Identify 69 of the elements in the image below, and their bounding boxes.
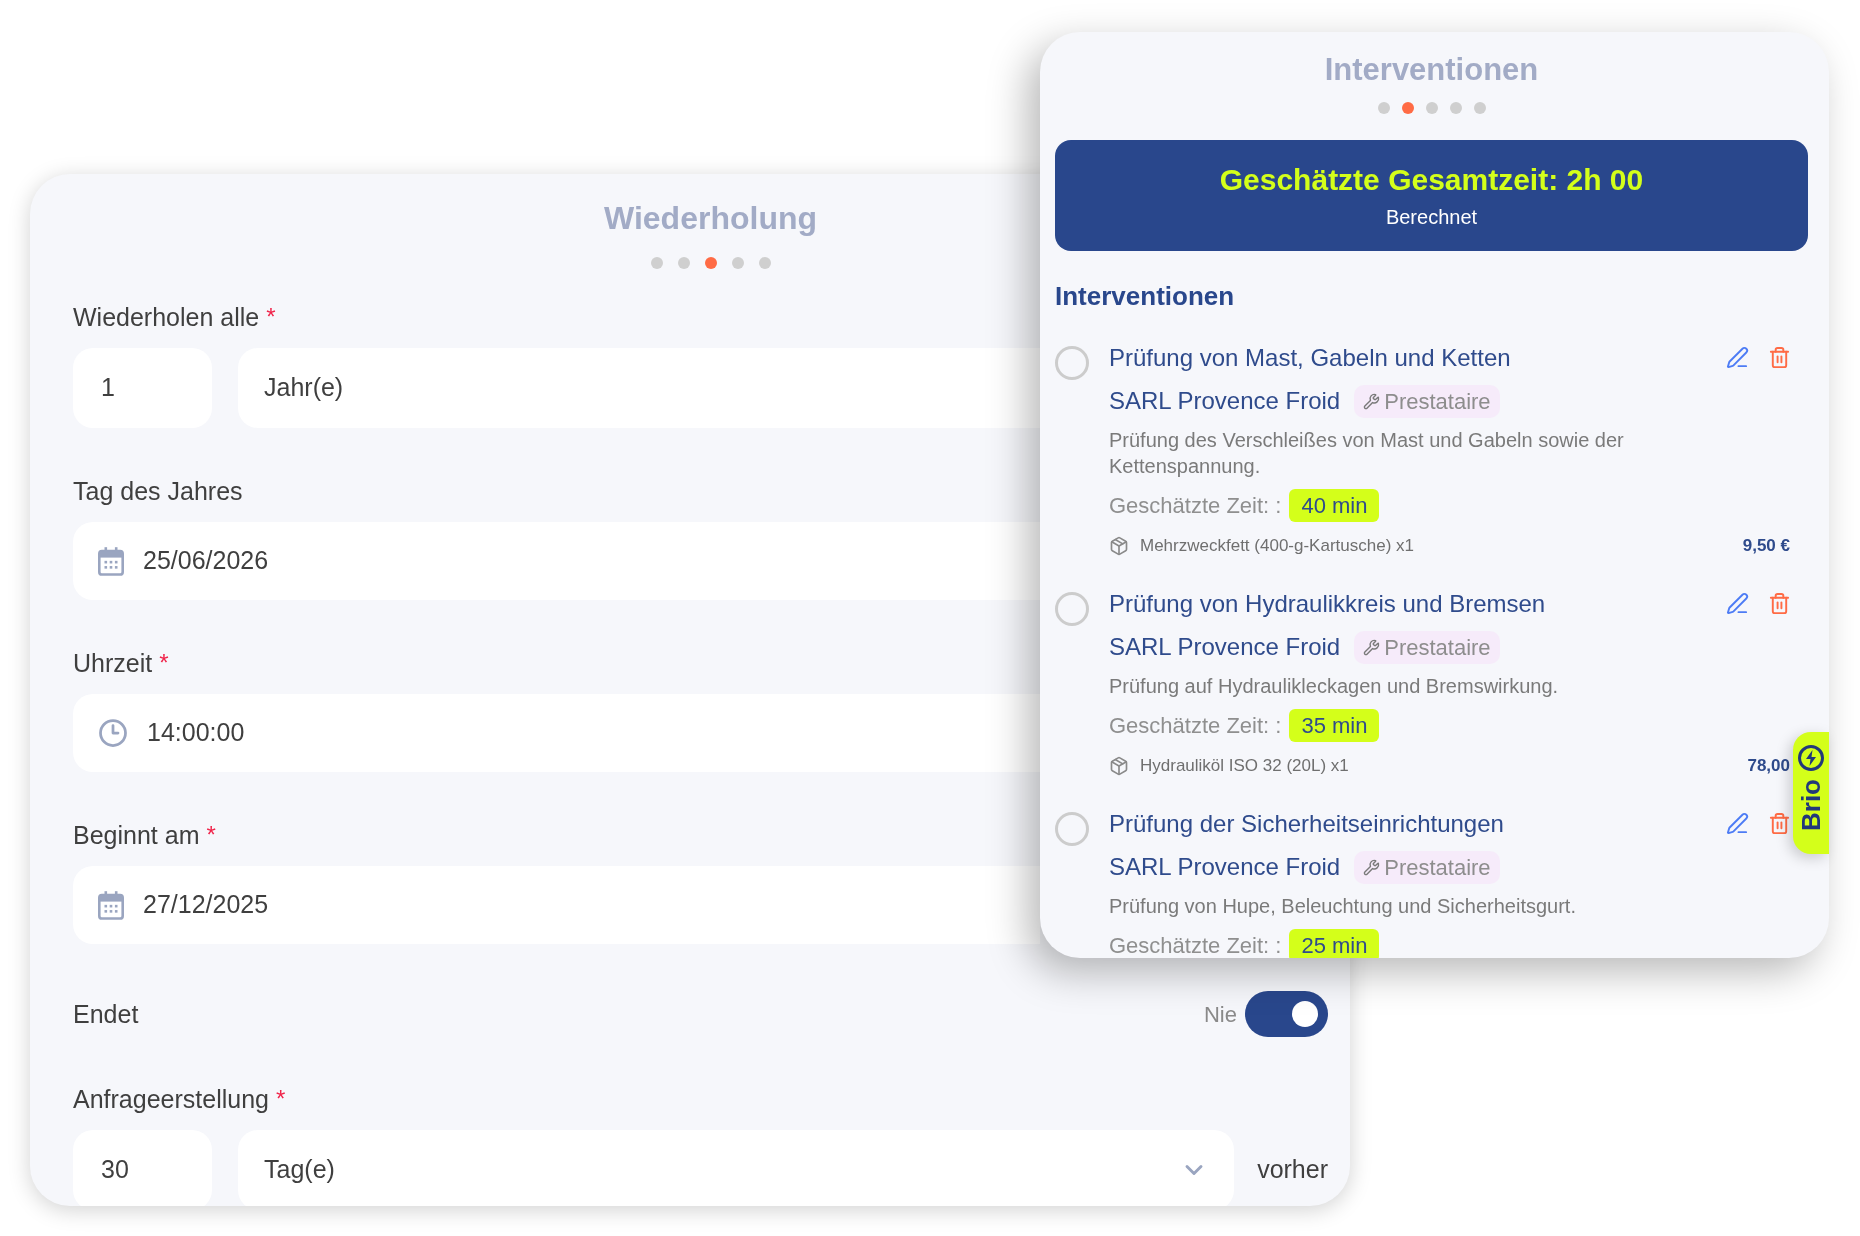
field-label: Endet xyxy=(73,999,139,1029)
card-title: Wiederholung xyxy=(604,199,817,238)
radio-button[interactable] xyxy=(1055,592,1089,626)
field-label: Wiederholen alle xyxy=(73,302,260,332)
material-name: Hydrauliköl ISO 32 (20L) x1 xyxy=(1140,755,1350,778)
toggle-switch[interactable] xyxy=(1245,991,1328,1037)
intervention-title: Prüfung von Mast, Gabeln und Ketten xyxy=(1109,343,1512,373)
intervention-description: Prüfung des Verschleißes von Mast und Gabeln sowie der Kettenspannung. xyxy=(1109,428,1625,479)
assistant-tab[interactable]: Brio xyxy=(1793,732,1829,854)
field-value: 14:00:00 xyxy=(147,717,245,749)
time-badge: 35 min xyxy=(1289,708,1380,742)
estimate-title: Geschätzte Gesamtzeit: 2h 00 xyxy=(1219,161,1644,198)
radio-button[interactable] xyxy=(1055,812,1089,846)
date-input[interactable]: 27/12/2025 xyxy=(73,866,1040,944)
calendar-icon xyxy=(98,546,124,576)
trash-icon[interactable] xyxy=(1768,346,1791,369)
field-label: Beginnt am xyxy=(73,820,200,850)
time-input[interactable]: 14:00:00 xyxy=(73,694,1040,772)
intervention-title: Prüfung der Sicherheitseinrichtungen xyxy=(1109,809,1505,839)
package-icon xyxy=(1109,536,1129,556)
field-label: Anfrageerstellung xyxy=(73,1084,269,1114)
time-label: Geschätzte Zeit: : xyxy=(1109,491,1282,520)
section-title: Interventionen xyxy=(1055,280,1236,312)
field-value: 25/06/2026 xyxy=(143,545,269,577)
pencil-icon[interactable] xyxy=(1726,812,1749,835)
date-input[interactable]: 25/06/2026 xyxy=(73,522,1040,600)
field-label: Tag des Jahres xyxy=(73,476,243,506)
radio-button[interactable] xyxy=(1055,346,1089,380)
unit-select[interactable]: Jahr(e) xyxy=(238,348,1040,428)
company-name: SARL Provence Froid xyxy=(1109,632,1341,662)
time-label: Geschätzte Zeit: : xyxy=(1109,711,1282,740)
count-input[interactable]: 30 xyxy=(73,1130,212,1206)
material-name: Mehrzweckfett (400-g-Kartusche) x1 xyxy=(1140,535,1415,558)
role-label: Prestataire xyxy=(1384,387,1491,416)
unit-select[interactable]: Tag(e) xyxy=(238,1130,1235,1206)
required-mark: * xyxy=(206,820,216,850)
material-price: 78,00 xyxy=(1747,755,1790,778)
intervention-title: Prüfung von Hydraulikkreis und Bremsen xyxy=(1109,589,1547,619)
required-mark: * xyxy=(266,302,276,332)
company-name: SARL Provence Froid xyxy=(1109,852,1341,882)
role-label: Prestataire xyxy=(1384,633,1491,662)
required-mark: * xyxy=(159,648,169,678)
wrench-icon xyxy=(1363,858,1381,876)
count-input[interactable]: 1 xyxy=(73,348,212,428)
required-mark: * xyxy=(275,1084,286,1114)
lightning-icon xyxy=(1798,745,1824,771)
card-title: Interventionen xyxy=(1324,51,1539,89)
wrench-icon xyxy=(1363,638,1381,656)
trash-icon[interactable] xyxy=(1768,812,1791,835)
suffix-text: vorher xyxy=(1257,1154,1328,1186)
wrench-icon xyxy=(1363,392,1381,410)
field-label: Uhrzeit xyxy=(73,648,153,678)
time-badge: 40 min xyxy=(1289,488,1380,522)
toggle-label: Nie xyxy=(1204,1000,1237,1029)
material-price: 9,50 € xyxy=(1742,535,1790,558)
calendar-icon xyxy=(98,890,124,920)
estimate-subtitle: Berechnet xyxy=(1385,204,1478,230)
role-label: Prestataire xyxy=(1384,853,1491,882)
time-badge: 25 min xyxy=(1289,928,1380,958)
package-icon xyxy=(1109,756,1129,776)
trash-icon[interactable] xyxy=(1768,592,1791,615)
intervention-description: Prüfung von Hupe, Beleuchtung und Sicherheitsgurt. xyxy=(1109,894,1577,919)
clock-icon xyxy=(98,718,128,748)
company-name: SARL Provence Froid xyxy=(1109,386,1341,416)
field-value: 27/12/2025 xyxy=(143,889,269,921)
pencil-icon[interactable] xyxy=(1726,592,1749,615)
pencil-icon[interactable] xyxy=(1726,346,1749,369)
time-label: Geschätzte Zeit: : xyxy=(1109,931,1282,958)
intervention-description: Prüfung auf Hydraulikleckagen und Bremswirkung. xyxy=(1109,674,1560,699)
